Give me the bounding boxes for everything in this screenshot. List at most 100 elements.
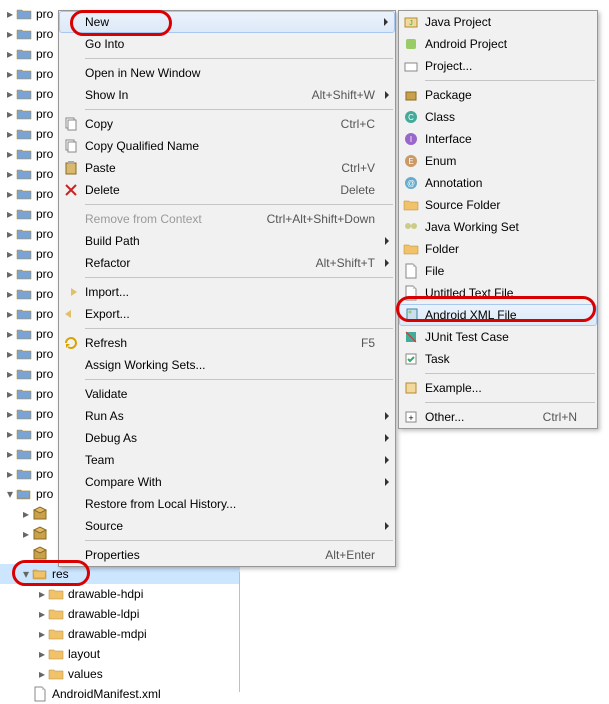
menu-item-import[interactable]: Import... — [59, 281, 395, 303]
expand-arrow-icon[interactable]: ▸ — [4, 307, 16, 321]
submenu-item-other[interactable]: +Other...Ctrl+N — [399, 406, 597, 428]
menu-item-validate[interactable]: Validate — [59, 383, 395, 405]
submenu-item-folder[interactable]: Folder — [399, 238, 597, 260]
expand-arrow-icon[interactable]: ▸ — [4, 227, 16, 241]
file-icon — [403, 263, 419, 279]
expand-arrow-icon[interactable]: ▸ — [4, 287, 16, 301]
manifest-row[interactable]: AndroidManifest.xml — [0, 684, 240, 704]
expand-arrow-icon[interactable]: ▸ — [4, 267, 16, 281]
menu-item-copy[interactable]: CopyCtrl+C — [59, 113, 395, 135]
expand-arrow-icon[interactable]: ▸ — [4, 27, 16, 41]
expand-arrow-icon[interactable]: ▸ — [4, 427, 16, 441]
expand-arrow-icon[interactable]: ▸ — [4, 7, 16, 21]
folder-label: drawable-ldpi — [68, 607, 139, 621]
expand-arrow-icon[interactable]: ▸ — [4, 467, 16, 481]
menu-item-debug-as[interactable]: Debug As — [59, 427, 395, 449]
srcfolder-icon — [403, 197, 419, 213]
submenu-item-file[interactable]: File — [399, 260, 597, 282]
submenu-item-junit-test-case[interactable]: JUnit Test Case — [399, 326, 597, 348]
res-subfolder-row[interactable]: ▸ drawable-hdpi — [0, 584, 240, 604]
copy-icon — [63, 116, 79, 132]
paste-icon — [63, 160, 79, 176]
expand-arrow-icon[interactable]: ▸ — [4, 247, 16, 261]
expand-arrow-icon[interactable]: ▾ — [20, 567, 32, 581]
menu-separator — [85, 109, 393, 110]
res-subfolder-row[interactable]: ▸ drawable-mdpi — [0, 624, 240, 644]
expand-arrow-icon[interactable]: ▸ — [4, 187, 16, 201]
expand-arrow-icon[interactable]: ▸ — [4, 207, 16, 221]
expand-arrow-icon[interactable]: ▸ — [4, 87, 16, 101]
menu-item-paste[interactable]: PasteCtrl+V — [59, 157, 395, 179]
androidproj-icon — [403, 36, 419, 52]
expand-arrow-icon[interactable]: ▸ — [4, 147, 16, 161]
menu-item-refresh[interactable]: RefreshF5 — [59, 332, 395, 354]
submenu-item-task[interactable]: Task — [399, 348, 597, 370]
res-subfolder-row[interactable]: ▸ drawable-ldpi — [0, 604, 240, 624]
menu-item-build-path[interactable]: Build Path — [59, 230, 395, 252]
menu-item-go-into[interactable]: Go Into — [59, 33, 395, 55]
menu-item-export[interactable]: Export... — [59, 303, 395, 325]
menu-item-new[interactable]: New — [59, 11, 395, 33]
folder-icon — [48, 646, 64, 662]
menu-separator — [85, 328, 393, 329]
menu-label: Source — [85, 519, 395, 533]
submenu-item-package[interactable]: Package — [399, 84, 597, 106]
expand-arrow-icon[interactable]: ▸ — [4, 347, 16, 361]
expand-arrow-icon[interactable]: ▸ — [4, 447, 16, 461]
new-submenu[interactable]: JJava ProjectAndroid ProjectProject... Pa… — [398, 10, 598, 429]
expand-arrow-icon[interactable]: ▸ — [36, 647, 48, 661]
expand-arrow-icon[interactable]: ▸ — [36, 627, 48, 641]
expand-arrow-icon[interactable]: ▸ — [4, 167, 16, 181]
menu-item-compare-with[interactable]: Compare With — [59, 471, 395, 493]
expand-arrow-icon[interactable]: ▸ — [4, 127, 16, 141]
submenu-item-source-folder[interactable]: Source Folder — [399, 194, 597, 216]
expand-arrow-icon[interactable]: ▸ — [36, 667, 48, 681]
menu-item-open-in-new-window[interactable]: Open in New Window — [59, 62, 395, 84]
expand-arrow-icon[interactable]: ▸ — [36, 607, 48, 621]
expand-arrow-icon[interactable]: ▸ — [20, 527, 32, 541]
submenu-item-project[interactable]: Project... — [399, 55, 597, 77]
package-icon — [32, 526, 48, 542]
res-subfolder-row[interactable]: ▸ values — [0, 664, 240, 684]
submenu-item-android-project[interactable]: Android Project — [399, 33, 597, 55]
menu-item-show-in[interactable]: Show InAlt+Shift+W — [59, 84, 395, 106]
menu-item-restore-from-local-history[interactable]: Restore from Local History... — [59, 493, 395, 515]
menu-label: Delete — [85, 183, 340, 197]
menu-item-copy-qualified-name[interactable]: Copy Qualified Name — [59, 135, 395, 157]
res-folder-row[interactable]: ▾ res — [0, 564, 240, 584]
submenu-item-interface[interactable]: IInterface — [399, 128, 597, 150]
expand-arrow-icon[interactable]: ▸ — [4, 367, 16, 381]
menu-item-delete[interactable]: DeleteDelete — [59, 179, 395, 201]
folder-icon — [16, 366, 32, 382]
expand-arrow-icon[interactable]: ▾ — [4, 487, 16, 501]
expand-arrow-icon[interactable]: ▸ — [4, 407, 16, 421]
menu-item-refactor[interactable]: RefactorAlt+Shift+T — [59, 252, 395, 274]
menu-label: Task — [425, 352, 597, 366]
expand-arrow-icon[interactable]: ▸ — [4, 387, 16, 401]
submenu-item-class[interactable]: CClass — [399, 106, 597, 128]
expand-arrow-icon[interactable]: ▸ — [4, 327, 16, 341]
expand-arrow-icon[interactable]: ▸ — [4, 107, 16, 121]
menu-item-team[interactable]: Team — [59, 449, 395, 471]
submenu-item-untitled-text-file[interactable]: Untitled Text File — [399, 282, 597, 304]
submenu-item-android-xml-file[interactable]: Android XML File — [399, 304, 597, 326]
project-label: pro — [36, 447, 53, 461]
context-menu[interactable]: NewGo Into Open in New WindowShow InAlt+S… — [58, 10, 396, 567]
menu-item-source[interactable]: Source — [59, 515, 395, 537]
menu-label: Export... — [85, 307, 395, 321]
menu-label: Java Project — [425, 15, 597, 29]
submenu-item-java-working-set[interactable]: Java Working Set — [399, 216, 597, 238]
menu-item-run-as[interactable]: Run As — [59, 405, 395, 427]
menu-accelerator: Alt+Shift+W — [312, 88, 395, 102]
expand-arrow-icon[interactable]: ▸ — [4, 47, 16, 61]
submenu-item-example[interactable]: Example... — [399, 377, 597, 399]
res-subfolder-row[interactable]: ▸ layout — [0, 644, 240, 664]
submenu-item-enum[interactable]: EEnum — [399, 150, 597, 172]
menu-item-assign-working-sets[interactable]: Assign Working Sets... — [59, 354, 395, 376]
submenu-item-annotation[interactable]: @Annotation — [399, 172, 597, 194]
menu-item-properties[interactable]: PropertiesAlt+Enter — [59, 544, 395, 566]
expand-arrow-icon[interactable]: ▸ — [4, 67, 16, 81]
expand-arrow-icon[interactable]: ▸ — [20, 507, 32, 521]
submenu-item-java-project[interactable]: JJava Project — [399, 11, 597, 33]
expand-arrow-icon[interactable]: ▸ — [36, 587, 48, 601]
